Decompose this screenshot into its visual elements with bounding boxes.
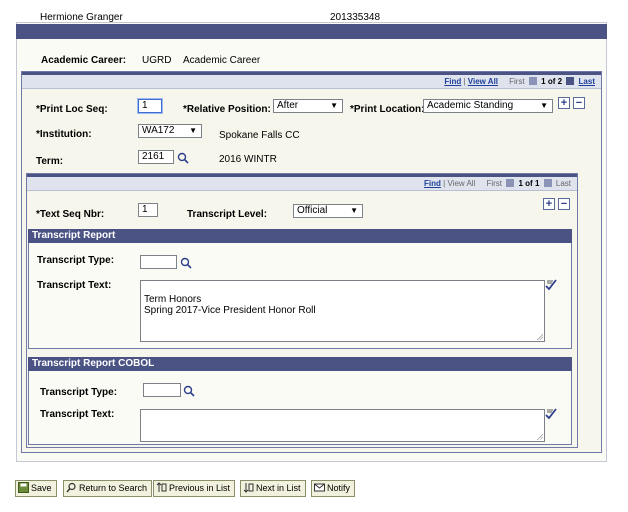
next-row-icon <box>543 179 552 187</box>
chevron-down-icon: ▼ <box>540 101 548 110</box>
inner-view-all-link[interactable]: View All <box>447 179 475 188</box>
print-loc-seq-label: *Print Loc Seq: <box>36 104 108 115</box>
transcript-type-input[interactable] <box>140 255 177 269</box>
outer-first-label: First <box>509 77 525 86</box>
inner-last-label: Last <box>555 179 571 188</box>
next-list-icon <box>243 483 254 493</box>
term-lookup-icon[interactable] <box>177 152 189 164</box>
save-icon <box>18 482 29 493</box>
institution-value: WA172 <box>142 125 175 136</box>
transcript-type-lookup-icon[interactable] <box>180 257 192 269</box>
delete-row-button[interactable]: − <box>573 97 585 109</box>
delete-text-row-button[interactable]: − <box>558 198 570 210</box>
outer-view-all-link[interactable]: View All <box>468 77 498 86</box>
resize-grip-icon[interactable] <box>536 433 543 440</box>
transcript-level-select[interactable]: Official ▼ <box>293 204 363 218</box>
institution-select[interactable]: WA172 ▼ <box>138 124 202 138</box>
academic-career-code: UGRD <box>142 55 172 66</box>
relative-position-select[interactable]: After ▼ <box>273 99 343 113</box>
cobol-text-area[interactable] <box>140 409 545 442</box>
transcript-text-area[interactable]: Term Honors Spring 2017-Vice President H… <box>140 280 545 342</box>
previous-list-icon <box>156 482 167 492</box>
academic-career-label: Academic Career: <box>41 55 127 66</box>
transcript-level-value: Official <box>297 205 328 216</box>
chevron-down-icon: ▼ <box>189 126 197 135</box>
transcript-text-label: Transcript Text: <box>37 280 112 291</box>
save-button-label: Save <box>31 483 52 493</box>
institution-label: *Institution: <box>36 129 92 140</box>
previous-in-list-button[interactable]: Previous in List <box>153 480 236 497</box>
print-location-label: *Print Location: <box>350 104 425 115</box>
outer-last-link[interactable]: Last <box>579 77 595 86</box>
term-input[interactable]: 2161 <box>138 150 174 164</box>
chevron-down-icon: ▼ <box>350 206 358 215</box>
inner-nav-bar: Find | View All First 1 of 1 Last <box>27 177 577 191</box>
cobol-type-label: Transcript Type: <box>40 387 118 398</box>
search-icon <box>66 482 76 493</box>
relative-position-value: After <box>277 100 299 111</box>
next-in-list-label: Next in List <box>256 483 301 493</box>
academic-career-description: Academic Career <box>183 55 261 66</box>
outer-nav-bar: Find | View All First 1 of 2 Last <box>22 75 601 89</box>
notify-label: Notify <box>327 483 351 493</box>
institution-description: Spokane Falls CC <box>219 130 300 141</box>
previous-in-list-label: Previous in List <box>169 483 231 493</box>
spell-check-icon[interactable] <box>544 278 558 292</box>
relative-position-label: *Relative Position: <box>183 104 271 115</box>
add-text-row-button[interactable]: + <box>543 198 555 210</box>
transcript-type-label: Transcript Type: <box>37 255 115 266</box>
cobol-text-label: Transcript Text: <box>40 409 115 420</box>
print-loc-seq-input[interactable]: 1 <box>138 99 162 113</box>
term-description: 2016 WINTR <box>219 154 277 165</box>
transcript-level-label: Transcript Level: <box>187 209 268 220</box>
print-location-select[interactable]: Academic Standing ▼ <box>423 99 553 113</box>
return-to-search-label: Return to Search <box>79 483 148 493</box>
print-location-value: Academic Standing <box>427 100 514 111</box>
text-seq-input[interactable]: 1 <box>138 203 158 217</box>
previous-row-icon <box>506 179 515 187</box>
notify-button[interactable]: Notify <box>311 480 356 497</box>
resize-grip-icon[interactable] <box>536 333 543 340</box>
transcript-cobol-title: Transcript Report COBOL <box>28 357 572 371</box>
inner-first-label: First <box>486 179 503 188</box>
chevron-down-icon: ▼ <box>330 101 338 110</box>
transcript-text-value: Term Honors Spring 2017-Vice President H… <box>144 294 316 316</box>
cobol-type-lookup-icon[interactable] <box>183 385 195 397</box>
spell-check-icon[interactable] <box>544 407 558 421</box>
return-to-search-button[interactable]: Return to Search <box>63 480 153 497</box>
next-row-icon[interactable] <box>566 77 575 85</box>
notify-icon <box>314 483 325 492</box>
inner-find-link[interactable]: Find <box>424 179 441 188</box>
add-row-button[interactable]: + <box>558 97 570 109</box>
transcript-report-title: Transcript Report <box>28 229 572 243</box>
top-bar <box>16 24 607 39</box>
next-in-list-button[interactable]: Next in List <box>240 480 306 497</box>
outer-row-count: 1 of 2 <box>541 77 563 86</box>
previous-row-icon[interactable] <box>528 77 537 85</box>
save-button[interactable]: Save <box>15 480 57 497</box>
term-label: Term: <box>36 156 64 167</box>
inner-row-count: 1 of 1 <box>518 179 540 188</box>
text-seq-label: *Text Seq Nbr: <box>36 209 105 220</box>
cobol-type-input[interactable] <box>143 383 181 397</box>
outer-find-link[interactable]: Find <box>444 77 461 86</box>
